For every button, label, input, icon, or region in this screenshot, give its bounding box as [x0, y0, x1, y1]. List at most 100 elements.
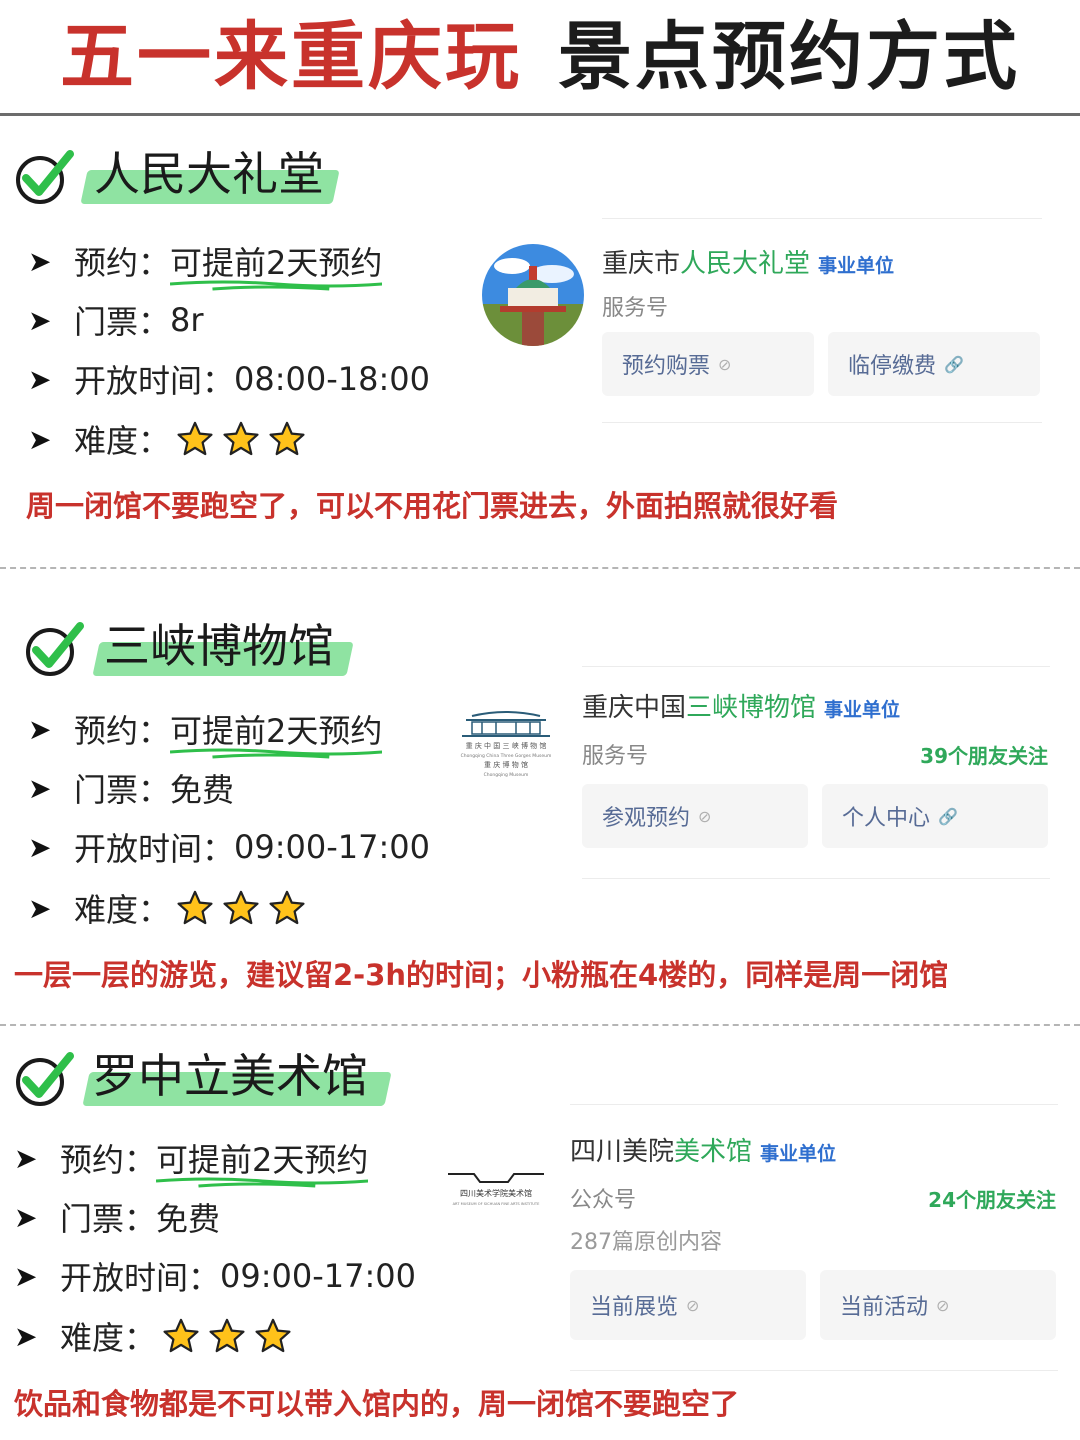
- arrow-right-icon: ➤: [28, 244, 52, 278]
- button-parking-fee[interactable]: 临停缴费 🔗: [828, 332, 1040, 396]
- logo-text-cn: 四川美术学院美术馆: [460, 1188, 532, 1198]
- hours-label: 开放时间：: [74, 362, 235, 400]
- underline-squiggle: [156, 1177, 369, 1188]
- title-red: 五一来重庆玩: [60, 14, 522, 100]
- mini-program-icon: ⊘: [686, 1295, 700, 1315]
- difficulty-stars: [176, 420, 306, 458]
- star-icon: [269, 890, 305, 925]
- star-icon: [223, 421, 259, 456]
- logo-text-cn-2: 重 庆 博 物 馆: [484, 760, 528, 769]
- account-name: 重庆中国三峡博物馆 事业单位: [582, 693, 901, 723]
- ticket-value: 免费: [170, 771, 235, 809]
- difficulty-row: ➤ 难度：: [14, 1311, 292, 1361]
- link-icon: 🔗: [938, 806, 958, 826]
- reserve-value: 可提前2天预约: [156, 1135, 369, 1188]
- checkmark-icon: [26, 622, 84, 676]
- arrow-right-icon: ➤: [14, 1319, 38, 1353]
- account-type: 公众号: [570, 1188, 637, 1213]
- star-icon: [177, 421, 213, 456]
- arrow-right-icon: ➤: [28, 891, 52, 925]
- difficulty-stars: [176, 889, 306, 927]
- logo-text-cn: 重 庆 中 国 三 峡 博 物 馆: [466, 741, 547, 750]
- button-book-ticket[interactable]: 预约购票 ⊘: [602, 332, 814, 396]
- checkmark-icon: [16, 150, 74, 204]
- ticket-row: ➤ 门票： 免费: [14, 1192, 220, 1242]
- arrow-right-icon: ➤: [28, 771, 52, 805]
- wechat-account-card[interactable]: 四川美术学院美术馆 ART MUSEUM OF SICHUAN FINE ART…: [440, 1104, 1058, 1372]
- mini-program-icon: ⊘: [936, 1295, 950, 1315]
- checkmark-icon: [16, 1052, 74, 1106]
- button-personal-center[interactable]: 个人中心 🔗: [822, 784, 1048, 848]
- section-title-text: 人民大礼堂: [94, 147, 324, 201]
- star-icon: [209, 1318, 245, 1353]
- logo-text-en-2: Chongqing Museum: [484, 772, 529, 778]
- difficulty-label: 难度：: [60, 1319, 157, 1357]
- museum-logo: 重 庆 中 国 三 峡 博 物 馆 Chongqing China Three …: [452, 706, 560, 782]
- section-divider: [0, 1024, 1080, 1026]
- reserve-row: ➤ 预约： 可提前2天预约: [28, 236, 383, 291]
- ticket-row: ➤ 门票： 8r: [28, 295, 204, 345]
- star-icon: [269, 421, 305, 456]
- hours-value: 09:00-17:00: [220, 1257, 416, 1295]
- button-visit-reservation[interactable]: 参观预约 ⊘: [582, 784, 808, 848]
- logo-text-en: ART MUSEUM OF SICHUAN FINE ARTS INSTITUT…: [453, 1202, 541, 1206]
- difficulty-row: ➤ 难度：: [28, 414, 306, 464]
- title-black: 景点预约方式: [558, 14, 1020, 100]
- reserve-label: 预约：: [74, 712, 171, 750]
- arrow-right-icon: ➤: [14, 1259, 38, 1293]
- original-content-count: 287篇原创内容: [570, 1230, 722, 1255]
- underline-squiggle: [170, 748, 383, 759]
- mini-program-icon: ⊘: [718, 354, 732, 374]
- arrow-right-icon: ➤: [28, 303, 52, 337]
- logo-text-en: Chongqing China Three Gorges Museum: [461, 753, 552, 759]
- reserve-value: 可提前2天预约: [170, 706, 383, 759]
- ticket-label: 门票：: [60, 1200, 157, 1238]
- difficulty-label: 难度：: [74, 891, 171, 929]
- reserve-row: ➤ 预约： 可提前2天预约: [28, 704, 383, 759]
- tip-note: 饮品和食物都是不可以带入馆内的，周一闭馆不要跑空了: [14, 1387, 740, 1421]
- hours-label: 开放时间：: [60, 1259, 221, 1297]
- reserve-label: 预约：: [74, 244, 171, 282]
- section-title-text: 三峡博物馆: [104, 619, 334, 673]
- arrow-right-icon: ➤: [28, 830, 52, 864]
- star-icon: [163, 1318, 199, 1353]
- friends-follow-count: 24个朋友关注: [928, 1188, 1056, 1212]
- button-current-activity[interactable]: 当前活动 ⊘: [820, 1270, 1056, 1340]
- arrow-right-icon: ➤: [28, 712, 52, 746]
- reserve-value: 可提前2天预约: [170, 238, 383, 291]
- hours-label: 开放时间：: [74, 830, 235, 868]
- hours-row: ➤ 开放时间： 09:00-17:00: [28, 822, 430, 872]
- section-title: 罗中立美术馆: [14, 1049, 394, 1120]
- tip-note: 周一闭馆不要跑空了，可以不用花门票进去，外面拍照就很好看: [26, 489, 839, 523]
- account-name: 四川美院美术馆 事业单位: [570, 1137, 837, 1167]
- ticket-label: 门票：: [74, 771, 171, 809]
- hours-row: ➤ 开放时间： 09:00-17:00: [14, 1251, 416, 1301]
- ticket-value: 免费: [156, 1200, 221, 1238]
- wechat-account-card[interactable]: 重 庆 中 国 三 峡 博 物 馆 Chongqing China Three …: [446, 666, 1050, 886]
- star-icon: [177, 890, 213, 925]
- art-museum-logo: 四川美术学院美术馆 ART MUSEUM OF SICHUAN FINE ART…: [444, 1162, 548, 1210]
- difficulty-stars: [162, 1317, 292, 1355]
- page-title: 五一来重庆玩 景点预约方式: [0, 14, 1080, 100]
- arrow-right-icon: ➤: [14, 1141, 38, 1175]
- account-type: 服务号: [582, 744, 649, 769]
- account-name: 重庆市人民大礼堂 事业单位: [602, 249, 895, 279]
- reserve-label: 预约：: [60, 1141, 157, 1179]
- underline-squiggle: [170, 280, 383, 291]
- avatar: [482, 244, 584, 346]
- ticket-label: 门票：: [74, 303, 171, 341]
- ticket-value: 8r: [170, 301, 204, 339]
- section-title: 人民大礼堂: [14, 147, 354, 218]
- section-title-text: 罗中立美术馆: [92, 1049, 368, 1103]
- arrow-right-icon: ➤: [28, 362, 52, 396]
- account-type: 服务号: [602, 296, 669, 321]
- arrow-right-icon: ➤: [28, 422, 52, 456]
- wechat-account-card[interactable]: 重庆市人民大礼堂 事业单位 服务号 预约购票 ⊘ 临停缴费 🔗: [478, 218, 1042, 428]
- tip-note: 一层一层的游览，建议留2-3h的时间；小粉瓶在4楼的，同样是周一闭馆: [14, 958, 949, 992]
- difficulty-row: ➤ 难度：: [28, 883, 306, 933]
- reserve-row: ➤ 预约： 可提前2天预约: [14, 1133, 369, 1188]
- friends-follow-count: 39个朋友关注: [920, 744, 1048, 768]
- hours-value: 09:00-17:00: [234, 828, 430, 866]
- button-current-exhibition[interactable]: 当前展览 ⊘: [570, 1270, 806, 1340]
- hours-value: 08:00-18:00: [234, 360, 430, 398]
